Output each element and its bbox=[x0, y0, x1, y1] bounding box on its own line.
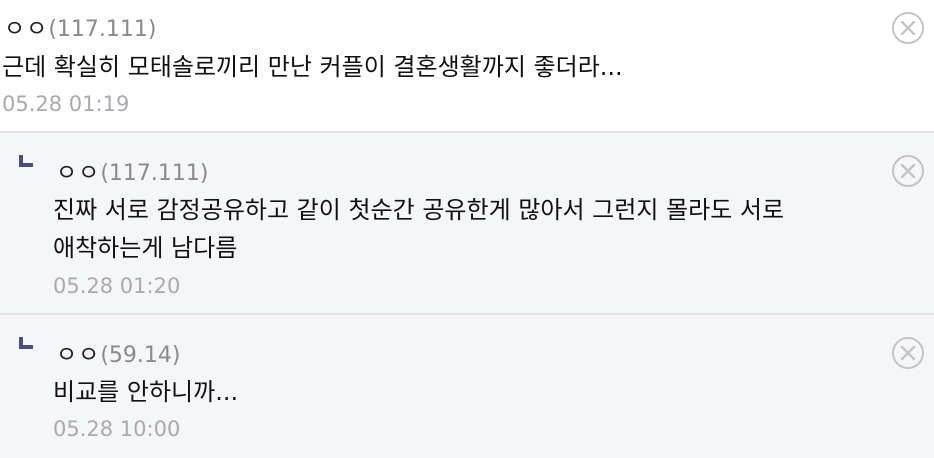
comment-item: ㅇㅇ(117.111) 근데 확실히 모태솔로끼리 만난 커플이 결혼생활까지 … bbox=[0, 0, 934, 133]
delete-comment-button[interactable] bbox=[892, 12, 924, 44]
reply-arrow-icon bbox=[19, 155, 33, 167]
comment-text: 비교를 안하니까... bbox=[53, 378, 239, 406]
reply-item: ㅇㅇ(59.14) 비교를 안하니까... 05.28 10:00 bbox=[0, 315, 934, 458]
close-circle-icon bbox=[900, 345, 916, 361]
author-nickname: ㅇㅇ bbox=[4, 16, 49, 42]
comment-author: ㅇㅇ(117.111) bbox=[4, 9, 156, 43]
comment-date: 05.28 10:00 bbox=[53, 417, 181, 441]
comment-date: 05.28 01:19 bbox=[2, 92, 130, 116]
comment-date: 05.28 01:20 bbox=[53, 274, 181, 298]
delete-comment-button[interactable] bbox=[892, 337, 924, 369]
comment-author: ㅇㅇ(117.111) bbox=[56, 153, 208, 187]
comment-text-line: 애착하는게 남다름 bbox=[53, 234, 238, 262]
reply-arrow-icon bbox=[19, 337, 33, 349]
comment-text: 근데 확실히 모태솔로끼리 만난 커플이 결혼생활까지 좋더라... bbox=[2, 53, 623, 81]
close-circle-icon bbox=[900, 163, 916, 179]
author-nickname: ㅇㅇ bbox=[56, 342, 101, 368]
author-nickname: ㅇㅇ bbox=[56, 160, 101, 186]
delete-comment-button[interactable] bbox=[892, 155, 924, 187]
comment-author: ㅇㅇ(59.14) bbox=[56, 335, 180, 369]
author-ip: (59.14) bbox=[100, 343, 181, 368]
author-ip: (117.111) bbox=[48, 17, 157, 42]
reply-item: ㅇㅇ(117.111) 진짜 서로 감정공유하고 같이 첫순간 공유한게 많아서… bbox=[0, 133, 934, 315]
close-circle-icon bbox=[900, 20, 916, 36]
author-ip: (117.111) bbox=[100, 161, 209, 186]
comment-text-line: 진짜 서로 감정공유하고 같이 첫순간 공유한게 많아서 그런지 몰라도 서로 bbox=[53, 196, 785, 224]
comment-list: ㅇㅇ(117.111) 근데 확실히 모태솔로끼리 만난 커플이 결혼생활까지 … bbox=[0, 0, 934, 458]
